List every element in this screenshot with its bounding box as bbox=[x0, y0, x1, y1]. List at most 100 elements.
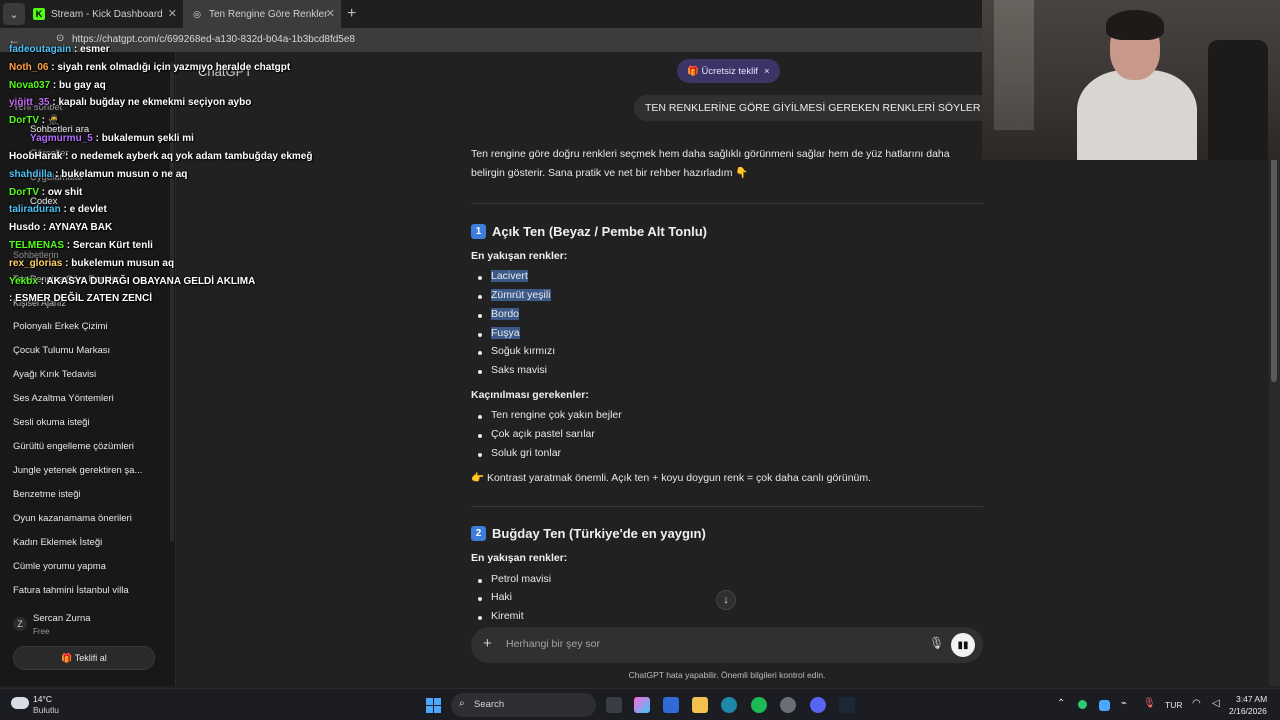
discord-icon[interactable] bbox=[810, 697, 826, 713]
clock-time[interactable]: 3:47 AM bbox=[1236, 694, 1267, 704]
tab-chatgpt[interactable]: ◎ Ten Rengine Göre Renkler ✕ bbox=[183, 0, 341, 28]
avatar[interactable]: Z bbox=[13, 617, 27, 631]
windows-start-icon[interactable] bbox=[426, 698, 441, 713]
chat-message: shahdilla : bukelamun musun o ne aq bbox=[9, 169, 188, 180]
divider bbox=[471, 203, 983, 204]
prompt-input[interactable]: Herhangi bir şey sor bbox=[506, 638, 600, 650]
claim-offer-button[interactable]: 🎁 Teklifi al bbox=[13, 646, 155, 670]
sidebar-chat-item[interactable]: Benzetme isteği bbox=[13, 489, 81, 500]
steam-icon[interactable] bbox=[839, 697, 855, 713]
tab-close-icon[interactable]: ✕ bbox=[326, 7, 335, 20]
search-label: Search bbox=[474, 699, 505, 710]
webcam-person-hair bbox=[1106, 10, 1164, 40]
language-indicator[interactable]: TUR bbox=[1165, 700, 1182, 710]
edge-browser-icon[interactable] bbox=[721, 697, 737, 713]
list-item: Fuşya bbox=[478, 327, 520, 339]
sidebar-chat-item[interactable]: Kadın Eklemek İsteği bbox=[13, 537, 102, 548]
tab-label: Stream - Kick Dashboard bbox=[51, 8, 163, 20]
tray-app-icon[interactable] bbox=[1099, 700, 1110, 711]
chat-message: Husdo : AYNAYA BAK bbox=[9, 222, 113, 233]
sidebar-chat-item[interactable]: Çocuk Tulumu Markası bbox=[13, 345, 110, 356]
number-badge-icon: 1 bbox=[471, 224, 486, 239]
sidebar-chat-item[interactable]: Ses Azaltma Yöntemleri bbox=[13, 393, 114, 404]
wifi-icon[interactable]: ◠ bbox=[1192, 698, 1201, 709]
microphone-icon[interactable]: 🎙 bbox=[929, 636, 944, 650]
site-info-icon[interactable]: ⊙ bbox=[56, 33, 64, 44]
file-explorer-icon[interactable] bbox=[692, 697, 708, 713]
sidebar-chat-item[interactable]: Ayağı Kırık Tedavisi bbox=[13, 369, 96, 380]
sidebar-chat-item[interactable]: Jungle yetenek gerektiren şa... bbox=[13, 465, 142, 476]
chat-username: yiğitt_35 bbox=[9, 97, 50, 108]
user-message-bubble: TEN RENKLERİNE GÖRE GİYİLMESİ GEREKEN RE… bbox=[634, 95, 1024, 121]
volume-icon[interactable]: ◁ bbox=[1212, 698, 1220, 709]
chat-message: Nova037 : bu gay aq bbox=[9, 80, 106, 91]
message-composer[interactable]: + Herhangi bir şey sor 🎙 ▮▮ bbox=[471, 627, 983, 663]
list-item: Çok açık pastel sarılar bbox=[478, 428, 595, 440]
chat-username: Husdo bbox=[9, 222, 41, 233]
list-item: Soğuk kırmızı bbox=[477, 345, 556, 357]
sidebar-chat-item[interactable]: Fatura tahmini İstanbul villa bbox=[13, 585, 129, 596]
store-icon[interactable] bbox=[663, 697, 679, 713]
plus-icon[interactable]: + bbox=[483, 635, 492, 652]
spotify-icon[interactable] bbox=[751, 697, 767, 713]
sidebar-chat-item[interactable]: Cümle yorumu yapma bbox=[13, 561, 106, 572]
weather-temperature[interactable]: 14°C bbox=[33, 694, 52, 704]
cloud-icon[interactable] bbox=[11, 697, 29, 709]
chat-username: Yekbx bbox=[9, 276, 38, 287]
list-item: Ten rengine çok yakın bejler bbox=[478, 409, 622, 421]
chat-username: DorTV bbox=[9, 187, 39, 198]
offer-label: 🎁 Ücretsiz teklif bbox=[687, 65, 758, 77]
sidebar-chat-item[interactable]: Polonyalı Erkek Çizimi bbox=[13, 321, 108, 332]
settings-gear-icon[interactable] bbox=[780, 697, 796, 713]
best-colors-label: En yakışan renkler: bbox=[471, 552, 568, 564]
task-view-icon[interactable] bbox=[606, 697, 622, 713]
chat-username: Yagmurmu_5 bbox=[30, 133, 93, 144]
free-offer-pill[interactable]: 🎁 Ücretsiz teklif × bbox=[677, 59, 780, 83]
list-item: Saks mavisi bbox=[477, 364, 548, 376]
tray-chevron-icon[interactable]: ⌃ bbox=[1057, 698, 1065, 709]
chat-username: shahdilla bbox=[9, 169, 53, 180]
chat-message: HoobHarak : o nedemek ayberk aq yok adam… bbox=[9, 151, 313, 162]
url-text[interactable]: https://chatgpt.com/c/699268ed-a130-832d… bbox=[72, 34, 355, 45]
section-heading: 1 Açık Ten (Beyaz / Pembe Alt Tonlu) bbox=[471, 224, 707, 239]
user-name[interactable]: Sercan Zurna bbox=[33, 613, 91, 624]
new-tab-icon[interactable]: + bbox=[347, 5, 356, 23]
list-item: Petrol mavisi bbox=[477, 573, 552, 585]
number-badge-icon: 2 bbox=[471, 526, 486, 541]
list-item: Kiremit bbox=[478, 610, 524, 622]
chatgpt-favicon-icon: ◎ bbox=[193, 8, 201, 19]
sidebar-chat-item[interactable]: Oyun kazanamama önerileri bbox=[13, 513, 132, 524]
sidebar-chat-item[interactable]: Gürültü engelleme çözümleri bbox=[13, 441, 134, 452]
list-item: Haki bbox=[477, 591, 513, 603]
weather-description[interactable]: Bulutlu bbox=[33, 705, 59, 715]
scroll-down-arrow-icon[interactable]: ↓ bbox=[716, 590, 736, 610]
copilot-icon[interactable] bbox=[634, 697, 650, 713]
section-title: Buğday Ten (Türkiye'de en yaygın) bbox=[492, 526, 706, 541]
webcam-chair bbox=[1208, 40, 1268, 160]
offer-close-icon[interactable]: × bbox=[764, 66, 770, 77]
chat-username: taliraduran bbox=[9, 204, 61, 215]
chat-message: fadeoutagain : esmer bbox=[9, 44, 110, 55]
status-dot-icon[interactable] bbox=[1078, 700, 1087, 709]
voice-mode-icon[interactable]: ▮▮ bbox=[951, 633, 975, 657]
user-plan: Free bbox=[33, 627, 50, 636]
best-colors-label: En yakışan renkler: bbox=[471, 250, 568, 262]
tab-kick-dashboard[interactable]: K Stream - Kick Dashboard ✕ bbox=[25, 0, 183, 28]
microphone-muted-icon[interactable]: 🎙 bbox=[1143, 698, 1156, 709]
windows-taskbar: 14°C Bulutlu ⌕ Search ⌃ ⌁ 🎙 TUR ◠ ◁ 3:47… bbox=[0, 688, 1280, 720]
chat-message: : ESMER DEĞİL ZATEN ZENCİ bbox=[9, 293, 152, 304]
network-icon[interactable]: ⌁ bbox=[1121, 698, 1127, 709]
clock-date[interactable]: 2/16/2026 bbox=[1229, 706, 1267, 716]
chat-message: TELMENAS : Sercan Kürt tenli bbox=[9, 240, 153, 251]
webcam-overlay bbox=[982, 0, 1280, 160]
chatgpt-sidebar: Yeni sohbet Sohbetleri ara Görseller Uyg… bbox=[0, 52, 176, 686]
chat-message: taliraduran : e devlet bbox=[9, 204, 107, 215]
taskbar-search[interactable]: ⌕ Search bbox=[451, 693, 596, 717]
sidebar-chat-item[interactable]: Sesli okuma isteği bbox=[13, 417, 90, 428]
tab-close-icon[interactable]: ✕ bbox=[168, 7, 177, 20]
chat-username: rex_glorias bbox=[9, 258, 63, 269]
chat-username: Noth_06 bbox=[9, 62, 49, 73]
chat-message: DorTV : ow shit bbox=[9, 187, 83, 198]
chat-message: rex_glorias : bukelemun musun aq bbox=[9, 258, 175, 269]
tab-search-icon[interactable]: ⌄ bbox=[3, 3, 25, 25]
